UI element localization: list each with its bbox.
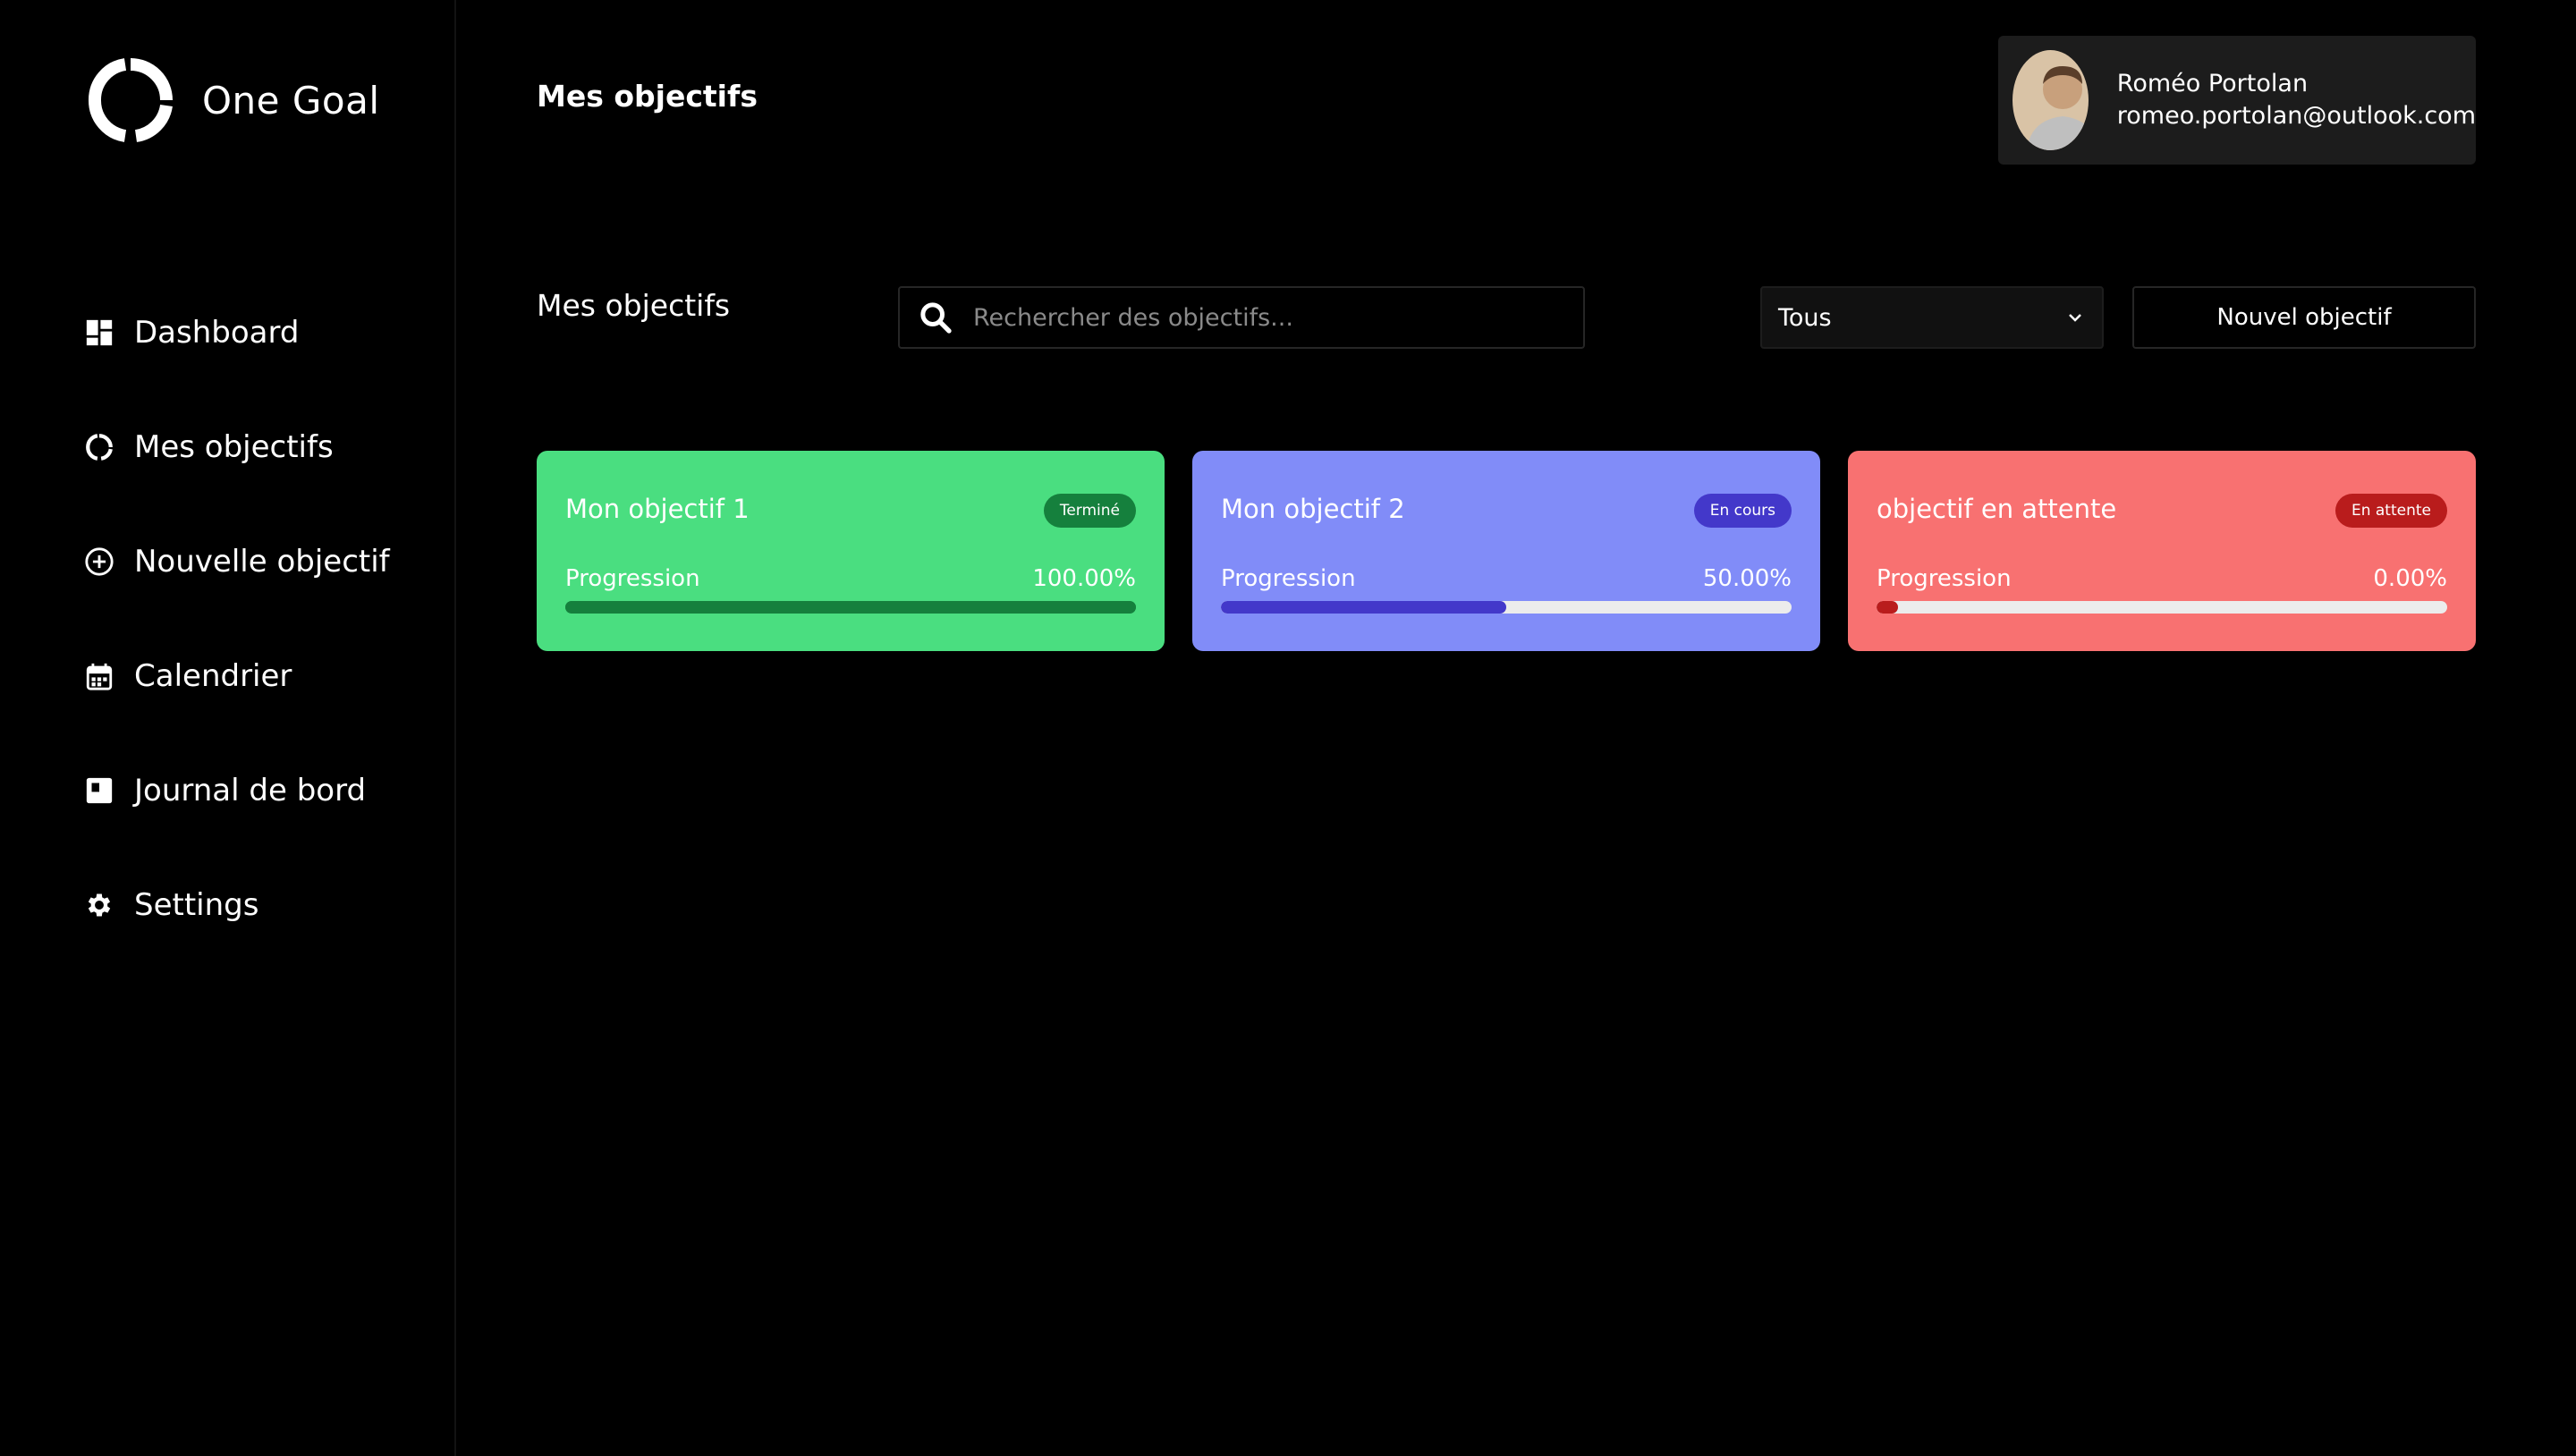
goal-title: Mon objectif 1	[565, 494, 750, 524]
sidebar-item-label: Settings	[134, 887, 259, 923]
status-badge: Terminé	[1043, 494, 1136, 528]
app-logo[interactable]: One Goal	[86, 55, 380, 145]
progress-track	[1221, 601, 1792, 614]
sidebar-item-calendar[interactable]: Calendrier	[84, 619, 390, 733]
progress-value: 100.00%	[1032, 565, 1136, 592]
gear-icon	[84, 890, 114, 920]
dashboard-icon	[84, 317, 114, 348]
sidebar: One Goal Dashboard Mes objectifs Nouvell…	[0, 0, 456, 1456]
sidebar-item-label: Journal de bord	[134, 773, 367, 808]
goal-card[interactable]: objectif en attente En attente Progressi…	[1848, 451, 2476, 651]
logo-ring-icon	[88, 58, 173, 142]
search-icon	[920, 302, 952, 334]
sidebar-nav: Dashboard Mes objectifs Nouvelle objecti…	[84, 275, 390, 962]
progress-label: Progression	[1877, 565, 2012, 592]
goal-card[interactable]: Mon objectif 2 En cours Progression 50.0…	[1192, 451, 1820, 651]
filter-selected-value: Tous	[1778, 303, 1832, 332]
goals-icon	[84, 432, 114, 462]
app-name: One Goal	[202, 78, 380, 123]
goal-title: objectif en attente	[1877, 494, 2117, 524]
progress-fill	[1877, 601, 1898, 614]
sidebar-item-journal[interactable]: Journal de bord	[84, 733, 390, 848]
status-badge: En attente	[2334, 494, 2447, 528]
new-goal-button[interactable]: Nouvel objectif	[2132, 286, 2476, 349]
progress-track	[1877, 601, 2447, 614]
goal-card[interactable]: Mon objectif 1 Terminé Progression 100.0…	[537, 451, 1165, 651]
sidebar-item-settings[interactable]: Settings	[84, 848, 390, 962]
status-badge: En cours	[1693, 494, 1792, 528]
progress-value: 0.00%	[2373, 565, 2447, 592]
progress-value: 50.00%	[1702, 565, 1792, 592]
progress-fill	[1221, 601, 1506, 614]
sidebar-item-label: Nouvelle objectif	[134, 544, 390, 580]
goal-title: Mon objectif 2	[1221, 494, 1405, 524]
sidebar-item-label: Dashboard	[134, 315, 300, 351]
progress-track	[565, 601, 1136, 614]
sidebar-item-label: Calendrier	[134, 658, 292, 694]
sidebar-item-label: Mes objectifs	[134, 429, 334, 465]
user-email: romeo.portolan@outlook.com	[2116, 102, 2476, 130]
progress-label: Progression	[565, 565, 700, 592]
status-filter-select[interactable]: Tous	[1760, 286, 2104, 349]
sidebar-item-new-goal[interactable]: Nouvelle objectif	[84, 504, 390, 619]
sidebar-item-goals[interactable]: Mes objectifs	[84, 390, 390, 504]
plus-circle-icon	[84, 546, 114, 577]
section-title: Mes objectifs	[537, 288, 731, 323]
progress-label: Progression	[1221, 565, 1356, 592]
user-name: Roméo Portolan	[2116, 70, 2309, 97]
page-title: Mes objectifs	[537, 79, 758, 114]
search-input[interactable]	[971, 302, 1547, 333]
journal-icon	[84, 775, 114, 806]
progress-fill	[565, 601, 1136, 614]
avatar	[2012, 50, 2089, 150]
chevron-down-icon	[2069, 314, 2081, 322]
user-profile-card[interactable]: Roméo Portolan romeo.portolan@outlook.co…	[1998, 36, 2476, 165]
calendar-icon	[84, 661, 114, 691]
search-box[interactable]	[898, 286, 1585, 349]
sidebar-item-dashboard[interactable]: Dashboard	[84, 275, 390, 390]
